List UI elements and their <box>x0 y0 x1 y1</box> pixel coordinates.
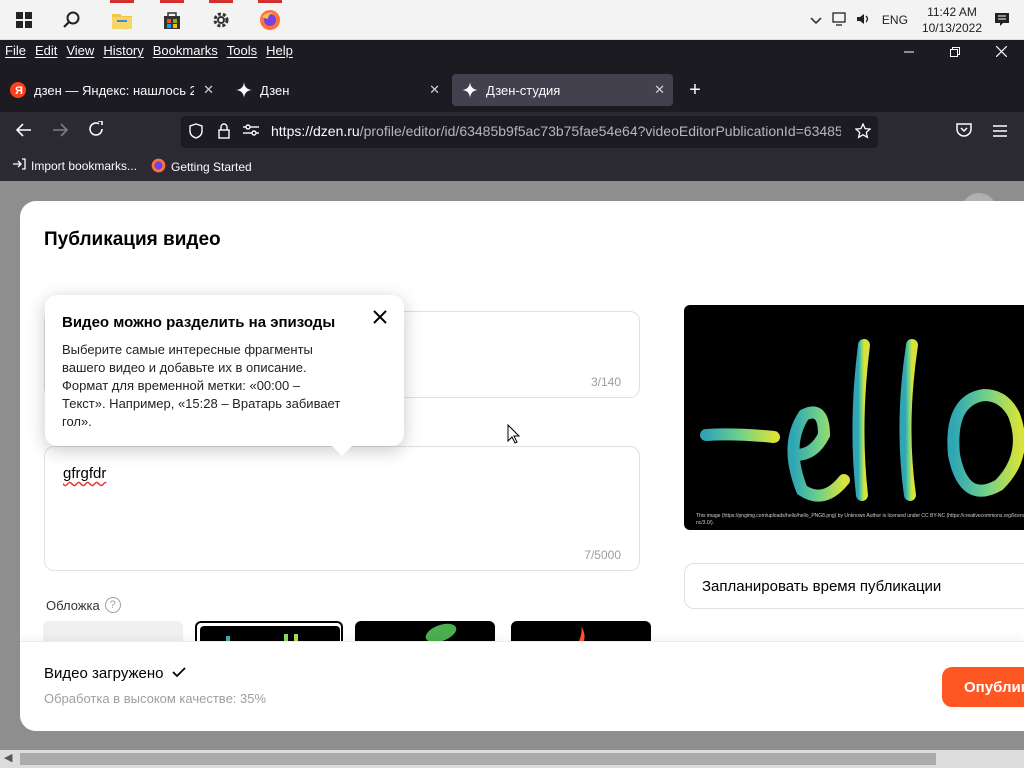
tab-title: дзен — Яндекс: нашлось 22 м <box>34 82 194 98</box>
close-tab-icon[interactable]: ✕ <box>429 82 440 98</box>
active-indicator <box>110 0 134 3</box>
windows-taskbar: ENG 11:42 AM 10/13/2022 <box>0 0 1024 40</box>
mouse-cursor-icon <box>507 423 521 449</box>
microsoft-store-icon[interactable] <box>156 0 188 36</box>
cover-label-text: Обложка <box>46 597 100 613</box>
bookmarks-toolbar: Import bookmarks... Getting Started <box>0 152 1024 181</box>
publish-video-dialog: Публикация видео 3/140 gfrgfdr 7/5000 Об… <box>20 201 1024 731</box>
episodes-tip-popover: Видео можно разделить на эпизоды Выберит… <box>45 295 404 456</box>
tab-dzen[interactable]: Дзен ✕ <box>226 74 448 106</box>
schedule-label: Запланировать время публикации <box>702 578 942 595</box>
description-field[interactable]: gfrgfdr 7/5000 <box>44 446 640 571</box>
tab-title: Дзен-студия <box>486 82 561 98</box>
new-tab-button[interactable]: + <box>683 78 707 102</box>
chevron-up-icon[interactable] <box>804 12 828 28</box>
menu-history[interactable]: History <box>103 43 143 58</box>
tab-dzen-studio[interactable]: Дзен-студия ✕ <box>452 74 673 106</box>
bookmark-import[interactable]: Import bookmarks... <box>12 158 137 173</box>
menu-edit[interactable]: Edit <box>35 43 57 58</box>
tab-yandex-search[interactable]: Я дзен — Яндекс: нашлось 22 м ✕ <box>0 74 222 106</box>
close-window-button[interactable] <box>978 44 1024 61</box>
upload-status-text: Видео загружено <box>44 665 164 682</box>
yandex-icon: Я <box>10 82 26 98</box>
active-indicator <box>209 0 233 3</box>
dzen-star-icon <box>236 82 252 98</box>
video-preview[interactable]: This image (https://pngimg.com/uploads/h… <box>684 305 1024 530</box>
url-text[interactable]: https://dzen.ru/profile/editor/id/63485b… <box>271 123 841 139</box>
settings-gear-icon[interactable] <box>205 0 237 36</box>
close-tab-icon[interactable]: ✕ <box>654 82 665 98</box>
menu-tools[interactable]: Tools <box>227 43 257 58</box>
windows-start-icon[interactable] <box>8 4 40 36</box>
navigation-toolbar: https://dzen.ru/profile/editor/id/63485b… <box>0 112 1024 152</box>
tab-title: Дзен <box>260 82 290 98</box>
horizontal-scrollbar[interactable]: ◀ <box>0 750 1024 768</box>
scrollbar-thumb[interactable] <box>20 753 936 765</box>
firefox-icon[interactable] <box>254 0 286 36</box>
title-char-counter: 3/140 <box>590 375 621 389</box>
hamburger-menu-icon[interactable] <box>986 120 1014 144</box>
file-explorer-icon[interactable] <box>106 0 138 36</box>
notifications-icon[interactable] <box>990 11 1014 30</box>
tip-body: Выберите самые интересные фрагменты ваше… <box>62 342 341 429</box>
system-tray: ENG 11:42 AM 10/13/2022 <box>804 0 1024 40</box>
network-icon[interactable] <box>828 11 852 29</box>
bookmark-label: Import bookmarks... <box>31 158 138 173</box>
lock-icon[interactable] <box>218 123 230 142</box>
scroll-left-arrow-icon[interactable]: ◀ <box>4 751 12 764</box>
back-arrow-icon[interactable] <box>10 120 38 144</box>
clock-date: 10/13/2022 <box>921 21 982 35</box>
import-icon <box>12 158 26 173</box>
tab-strip: Я дзен — Яндекс: нашлось 22 м ✕ Дзен ✕ Д… <box>0 68 1024 112</box>
active-indicator <box>258 0 282 3</box>
processing-progress: Обработка в высоком качестве: 35% <box>44 691 267 706</box>
upload-status: Видео загружено <box>44 665 186 682</box>
publish-button[interactable]: Опубликовать <box>942 667 1024 707</box>
search-icon[interactable] <box>56 4 88 36</box>
url-path: /profile/editor/id/63485b9f5ac73b75fae54… <box>359 123 841 139</box>
bookmark-label: Getting Started <box>171 160 252 174</box>
dzen-star-icon <box>462 82 478 98</box>
menu-help[interactable]: Help <box>266 43 293 58</box>
firefox-icon <box>151 158 166 176</box>
pocket-icon[interactable] <box>950 120 978 144</box>
clock-time: 11:42 AM <box>927 5 977 19</box>
active-indicator <box>160 0 184 3</box>
bookmark-star-icon[interactable] <box>854 122 872 142</box>
svg-text:Я: Я <box>15 85 23 97</box>
reload-icon[interactable] <box>82 120 110 144</box>
browser-menubar: File Edit View History Bookmarks Tools H… <box>0 40 1024 68</box>
cover-label: Обложка ? <box>46 597 121 613</box>
clock[interactable]: 11:42 AM 10/13/2022 <box>922 4 982 36</box>
checkmark-icon <box>171 665 186 682</box>
image-credit: This image (https://pngimg.com/uploads/h… <box>696 513 1024 526</box>
address-bar[interactable]: https://dzen.ru/profile/editor/id/63485b… <box>181 116 878 148</box>
forward-arrow-icon[interactable] <box>46 120 74 144</box>
dialog-footer: Видео загружено Обработка в высоком каче… <box>20 641 1024 731</box>
minimize-button[interactable] <box>886 44 932 61</box>
page-content: Публикация видео 3/140 gfrgfdr 7/5000 Об… <box>0 181 1024 768</box>
help-icon[interactable]: ? <box>104 597 121 613</box>
bookmark-getting-started[interactable]: Getting Started <box>151 158 252 176</box>
description-text: gfrgfdr <box>63 465 107 482</box>
url-host: https://dzen.ru <box>271 123 360 139</box>
language-indicator[interactable]: ENG <box>882 13 908 27</box>
tracking-shield-icon[interactable] <box>189 123 203 142</box>
close-icon[interactable] <box>370 307 390 327</box>
restore-button[interactable] <box>932 44 978 61</box>
tip-title: Видео можно разделить на эпизоды <box>62 314 336 331</box>
description-char-counter: 7/5000 <box>584 548 621 562</box>
dialog-title: Публикация видео <box>44 229 221 250</box>
schedule-publication-field[interactable]: Запланировать время публикации <box>684 563 1024 609</box>
menu-bookmarks[interactable]: Bookmarks <box>153 43 218 58</box>
menu-view[interactable]: View <box>66 43 94 58</box>
volume-icon[interactable] <box>852 12 876 29</box>
permissions-icon[interactable] <box>243 123 259 140</box>
close-tab-icon[interactable]: ✕ <box>203 82 214 98</box>
menu-file[interactable]: File <box>5 43 26 58</box>
hello-preview-image <box>700 325 1024 506</box>
